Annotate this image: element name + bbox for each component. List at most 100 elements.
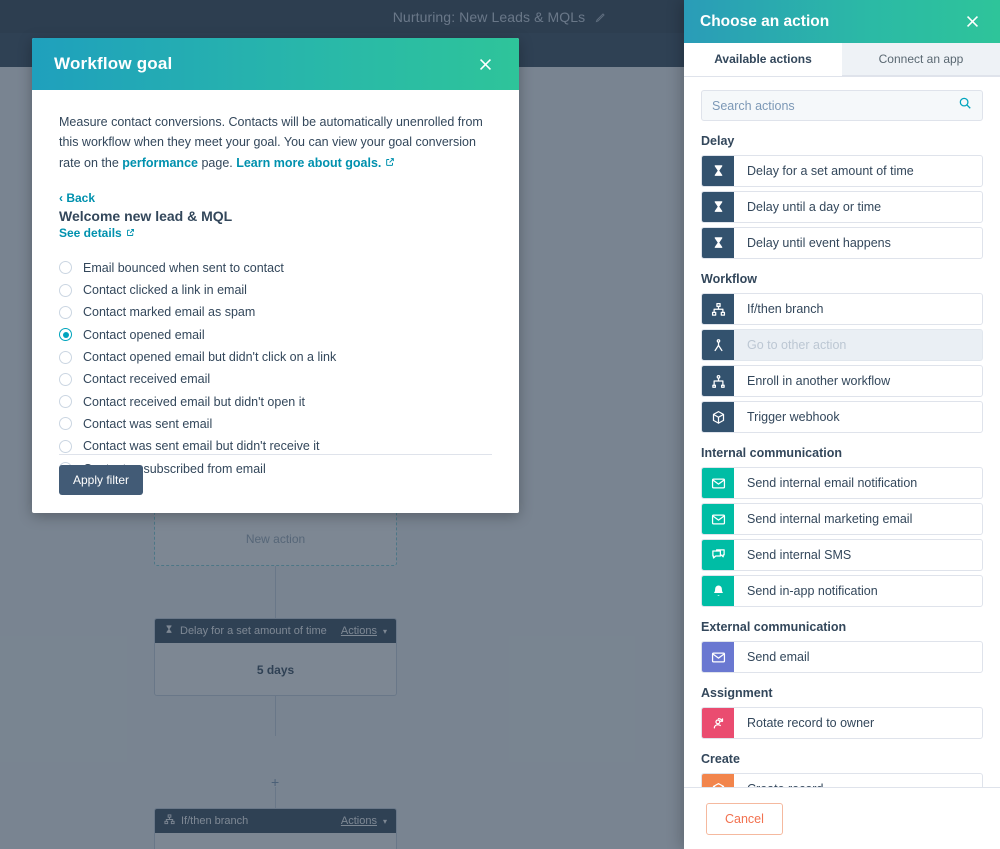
action-groups-list: Delay Delay for a set amount of time Delay… (701, 134, 983, 787)
search-icon[interactable] (958, 96, 972, 115)
hourglass-icon (702, 192, 734, 222)
goal-option-row[interactable]: Contact received email but didn't open i… (59, 391, 492, 413)
goal-option-label: Contact received email (83, 372, 211, 387)
choose-action-panel-title: Choose an action (700, 12, 830, 30)
panel-tabs[interactable]: Available actions Connect an app (684, 43, 1000, 77)
goal-name: Welcome new lead & MQL (59, 207, 233, 224)
envelope-icon (702, 504, 734, 534)
action-item-create-record[interactable]: Create record (701, 773, 983, 787)
radio-button[interactable] (59, 305, 72, 319)
goal-option-label: Contact marked email as spam (83, 305, 256, 320)
action-item-label: Send internal marketing email (747, 512, 913, 526)
external-link-icon (126, 226, 135, 240)
hourglass-icon (702, 228, 734, 258)
action-item-if-then-branch[interactable]: If/then branch (701, 293, 983, 325)
goal-option-row[interactable]: Contact opened email but didn't click on… (59, 346, 492, 368)
action-item-send-internal-marketing-email[interactable]: Send internal marketing email (701, 503, 983, 535)
modal-divider (59, 454, 492, 455)
goal-option-label: Email bounced when sent to contact (83, 260, 284, 275)
tab-available-actions[interactable]: Available actions (684, 43, 842, 76)
panel-content-scroll[interactable]: Delay Delay for a set amount of time Delay… (684, 77, 1000, 787)
action-item-enroll-in-another-workflow[interactable]: Enroll in another workflow (701, 365, 983, 397)
workflow-goal-modal: Workflow goal Measure contact conversion… (32, 38, 519, 513)
action-group-title: External communication (701, 620, 847, 634)
external-link-icon (385, 156, 395, 170)
chat-icon (702, 540, 734, 570)
action-item-label: Rotate record to owner (747, 716, 875, 730)
goal-option-label: Contact received email but didn't open i… (83, 394, 305, 409)
action-item-delay-until-a-day-or-time[interactable]: Delay until a day or time (701, 191, 983, 223)
see-details-link[interactable]: See details (59, 226, 135, 240)
action-item-send-email[interactable]: Send email (701, 641, 983, 673)
action-item-label: Trigger webhook (747, 410, 840, 424)
hourglass-icon (702, 156, 734, 186)
action-item-label: Delay until event happens (747, 236, 891, 250)
cancel-button[interactable]: Cancel (706, 802, 783, 835)
action-group-title: Internal communication (701, 446, 842, 460)
action-item-delay-until-event-happens[interactable]: Delay until event happens (701, 227, 983, 259)
action-item-label: Send internal SMS (747, 548, 852, 562)
radio-button[interactable] (59, 350, 72, 364)
action-item-send-in-app-notification[interactable]: Send in-app notification (701, 575, 983, 607)
goal-option-row[interactable]: Contact received email (59, 368, 492, 390)
enroll-icon (702, 366, 734, 396)
radio-button[interactable] (59, 283, 72, 297)
goal-option-row[interactable]: Contact opened email (59, 324, 492, 346)
action-item-rotate-record-to-owner[interactable]: Rotate record to owner (701, 707, 983, 739)
back-row: ‹ Back (59, 191, 492, 205)
action-item-label: If/then branch (747, 302, 824, 316)
goal-option-row[interactable]: Contact clicked a link in email (59, 279, 492, 301)
goal-option-label: Contact clicked a link in email (83, 283, 247, 298)
search-input[interactable] (712, 98, 958, 113)
radio-button[interactable] (59, 439, 72, 453)
screen-root: Nurturing: New Leads & MQLs New action (0, 0, 1000, 849)
action-item-label: Enroll in another workflow (747, 374, 891, 388)
radio-button[interactable] (59, 328, 72, 342)
action-item-trigger-webhook[interactable]: Trigger webhook (701, 401, 983, 433)
see-details-label: See details (59, 225, 122, 240)
action-group-title: Delay (701, 134, 735, 148)
goto-icon (702, 330, 734, 360)
envelope-icon (702, 468, 734, 498)
performance-link[interactable]: performance (122, 156, 198, 170)
radio-button[interactable] (59, 372, 72, 386)
close-icon[interactable] (960, 10, 984, 34)
action-item-send-internal-sms[interactable]: Send internal SMS (701, 539, 983, 571)
workflow-goal-modal-body: Measure contact conversions. Contacts wi… (32, 90, 519, 513)
action-item-label: Go to other action (747, 338, 847, 352)
goal-option-row[interactable]: Contact marked email as spam (59, 301, 492, 323)
goal-option-row[interactable]: Email bounced when sent to contact (59, 257, 492, 279)
goal-description-part2: page. (197, 155, 237, 170)
workflow-goal-modal-header: Workflow goal (32, 38, 519, 90)
action-group-title: Create (701, 752, 740, 766)
back-link[interactable]: ‹ Back (59, 191, 95, 205)
radio-button[interactable] (59, 395, 72, 409)
action-item-send-internal-email-notification[interactable]: Send internal email notification (701, 467, 983, 499)
chevron-left-icon: ‹ (59, 190, 63, 205)
close-icon[interactable] (473, 52, 497, 76)
goal-option-radio-group[interactable]: Email bounced when sent to contact Contac… (59, 257, 492, 480)
action-item-label: Delay until a day or time (747, 200, 882, 214)
goal-option-label: Contact opened email (83, 327, 205, 342)
action-item-delay-for-a-set-amount-of-time[interactable]: Delay for a set amount of time (701, 155, 983, 187)
rotate-owner-icon (702, 708, 734, 738)
learn-more-about-goals-link[interactable]: Learn more about goals. (236, 156, 381, 170)
goal-description: Measure contact conversions. Contacts wi… (59, 112, 492, 173)
branch-icon (702, 294, 734, 324)
radio-button[interactable] (59, 261, 72, 275)
apply-filter-button[interactable]: Apply filter (59, 465, 144, 495)
action-item-label: Send internal email notification (747, 476, 918, 490)
action-item-label: Send in-app notification (747, 584, 878, 598)
search-actions-field[interactable] (701, 90, 983, 121)
goal-option-row[interactable]: Contact was sent email (59, 413, 492, 435)
action-item-label: Send email (747, 650, 810, 664)
bell-icon (702, 576, 734, 606)
workflow-goal-modal-title: Workflow goal (54, 54, 173, 73)
tab-connect-an-app[interactable]: Connect an app (842, 43, 1000, 76)
action-item-label: Create record (734, 774, 982, 787)
action-item-go-to-other-action: Go to other action (701, 329, 983, 361)
radio-button[interactable] (59, 417, 72, 431)
envelope-icon (702, 642, 734, 672)
goal-option-label: Contact was sent email but didn't receiv… (83, 439, 320, 454)
choose-action-panel: Choose an action Available actions Connec… (684, 0, 1000, 849)
